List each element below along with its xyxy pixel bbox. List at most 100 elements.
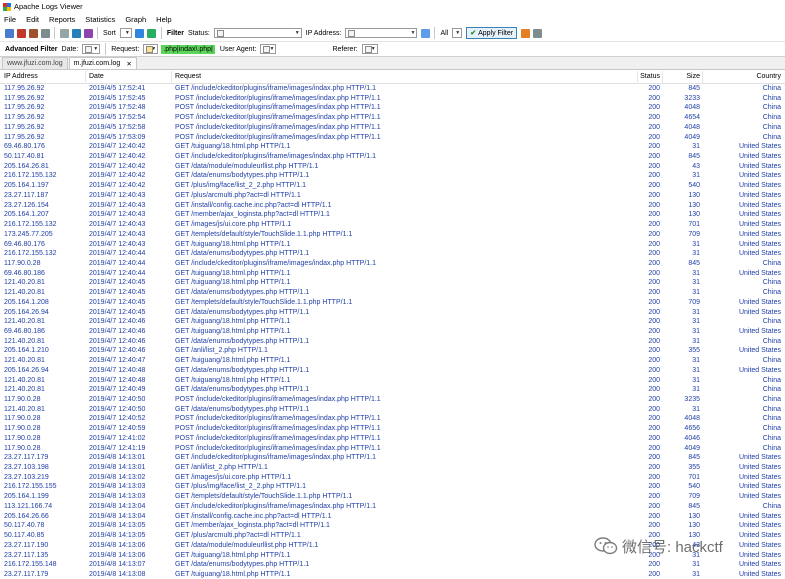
menu-help[interactable]: Help [156, 15, 171, 24]
find-icon[interactable] [71, 28, 81, 38]
menu-file[interactable]: File [4, 15, 16, 24]
table-row[interactable]: 117.90.0.28 2019/4/7 12:40:50 POST /includ… [0, 395, 785, 405]
tools-icon[interactable] [83, 28, 93, 38]
menu-graph[interactable]: Graph [125, 15, 146, 24]
ip-address-filter-combo[interactable]: ▼ [345, 28, 418, 38]
tab-m-jfuzi-log[interactable]: m.jfuzi.com.log ✕ [68, 57, 137, 69]
table-row[interactable]: 23.27.103.198 2019/4/8 14:13:01 GET /anli/… [0, 463, 785, 473]
table-row[interactable]: 121.40.20.81 2019/4/7 12:40:46 GET /data/e… [0, 337, 785, 347]
table-row[interactable]: 216.172.155.132 2019/4/7 12:40:44 GET /dat… [0, 249, 785, 259]
table-row[interactable]: 121.40.20.81 2019/4/7 12:40:48 GET /tuigua… [0, 376, 785, 386]
close-icon[interactable]: ✕ [126, 60, 131, 68]
table-row[interactable]: 117.90.0.28 2019/4/7 12:40:44 GET /include… [0, 259, 785, 269]
table-row[interactable]: 117.95.26.92 2019/4/5 17:52:48 POST /inclu… [0, 103, 785, 113]
request-filter-value[interactable]: .php|indax\.php| [161, 44, 215, 54]
table-row[interactable]: 205.164.26.94 2019/4/7 12:40:48 GET /data/… [0, 366, 785, 376]
table-row[interactable]: 121.40.20.81 2019/4/7 12:40:46 GET /tuigua… [0, 317, 785, 327]
cell-ip-address: 117.95.26.92 [4, 114, 45, 122]
filter-options-icon[interactable] [532, 28, 542, 38]
table-row[interactable]: 205.164.26.94 2019/4/7 12:40:45 GET /data/… [0, 308, 785, 318]
table-row[interactable]: 121.40.20.81 2019/4/7 12:40:50 GET /data/e… [0, 405, 785, 415]
table-row[interactable]: 117.90.0.28 2019/4/7 12:41:19 POST /includ… [0, 444, 785, 454]
ip-list-icon[interactable] [420, 28, 430, 38]
table-row[interactable]: 205.164.1.207 2019/4/7 12:40:43 GET /membe… [0, 210, 785, 220]
table-row[interactable]: 69.46.80.176 2019/4/7 12:40:43 GET /tuigua… [0, 240, 785, 250]
table-row[interactable]: 117.90.0.28 2019/4/7 12:40:52 POST /includ… [0, 414, 785, 424]
table-row[interactable]: 113.121.166.74 2019/4/8 14:13:04 GET /incl… [0, 502, 785, 512]
header-date[interactable]: Date [89, 72, 169, 82]
header-ip-address[interactable]: IP Address [4, 72, 84, 82]
status-filter-combo[interactable]: ▼ [213, 28, 302, 38]
table-row[interactable]: 216.172.155.155 2019/4/8 14:13:03 GET /plu… [0, 482, 785, 492]
status-filter-checkbox[interactable] [216, 30, 224, 37]
table-row[interactable]: 69.46.80.176 2019/4/7 12:40:42 GET /tuigua… [0, 142, 785, 152]
table-row[interactable]: 205.164.26.66 2019/4/8 14:13:04 GET /insta… [0, 512, 785, 522]
table-row[interactable]: 23.27.126.154 2019/4/7 12:40:43 GET /insta… [0, 201, 785, 211]
table-row[interactable]: 117.95.26.92 2019/4/5 17:52:54 POST /inclu… [0, 113, 785, 123]
table-row[interactable]: 121.40.20.81 2019/4/7 12:40:45 GET /tuigua… [0, 278, 785, 288]
request-filter-checkbox[interactable] [146, 46, 154, 53]
table-row[interactable]: 216.172.155.148 2019/4/8 14:13:07 GET /dat… [0, 560, 785, 570]
table-row[interactable]: 205.164.1.208 2019/4/7 12:40:45 GET /templ… [0, 298, 785, 308]
date-filter-checkbox[interactable] [85, 46, 93, 53]
menu-statistics[interactable]: Statistics [85, 15, 115, 24]
clear-filter-icon[interactable] [520, 28, 530, 38]
table-row[interactable]: 205.164.26.81 2019/4/7 12:40:42 GET /data/… [0, 162, 785, 172]
referer-filter-checkbox[interactable] [364, 46, 372, 53]
apply-filter-button[interactable]: ✔ Apply Filter [466, 27, 518, 39]
table-row[interactable]: 173.245.77.205 2019/4/7 12:40:43 GET /temp… [0, 230, 785, 240]
table-row[interactable]: 117.95.26.92 2019/4/5 17:52:58 POST /inclu… [0, 123, 785, 133]
sort-label[interactable]: Sort [103, 30, 116, 37]
table-row[interactable]: 117.95.26.92 2019/4/5 17:52:41 GET /includ… [0, 84, 785, 94]
all-label[interactable]: All [440, 30, 448, 37]
table-row[interactable]: 117.90.0.28 2019/4/7 12:41:02 POST /includ… [0, 434, 785, 444]
sort-descending-icon[interactable] [147, 28, 157, 38]
table-row[interactable]: 117.95.26.92 2019/4/5 17:53:09 POST /inclu… [0, 133, 785, 143]
table-row[interactable]: 121.40.20.81 2019/4/7 12:40:45 GET /data/e… [0, 288, 785, 298]
cell-request: GET /install/config.cache.inc.php?act=dl… [175, 512, 332, 520]
copy-icon[interactable] [59, 28, 69, 38]
header-country[interactable]: Country [700, 72, 781, 82]
menu-edit[interactable]: Edit [26, 15, 39, 24]
table-row[interactable]: 205.164.1.197 2019/4/7 12:40:42 GET /plus/… [0, 181, 785, 191]
table-row[interactable]: 23.27.117.179 2019/4/8 14:13:01 GET /inclu… [0, 453, 785, 463]
table-row[interactable]: 50.117.40.78 2019/4/8 14:13:05 GET /member… [0, 521, 785, 531]
column-resize-handle[interactable] [85, 71, 86, 84]
header-status[interactable]: Status [620, 72, 660, 82]
header-size[interactable]: Size [660, 72, 700, 82]
user-agent-filter-checkbox[interactable] [263, 46, 271, 53]
header-request[interactable]: Request [175, 72, 635, 82]
table-row[interactable]: 205.164.1.210 2019/4/7 12:40:46 GET /anli/… [0, 346, 785, 356]
column-resize-handle[interactable] [171, 71, 172, 84]
table-row[interactable]: 69.46.80.186 2019/4/7 12:40:46 GET /tuigua… [0, 327, 785, 337]
table-row[interactable]: 121.40.20.81 2019/4/7 12:40:49 GET /data/e… [0, 385, 785, 395]
date-filter-combo[interactable]: ▼ [82, 44, 101, 54]
cell-size: 31 [692, 308, 700, 316]
menu-reports[interactable]: Reports [49, 15, 75, 24]
table-row[interactable]: 69.46.80.186 2019/4/7 12:40:44 GET /tuigua… [0, 269, 785, 279]
table-row[interactable]: 216.172.155.132 2019/4/7 12:40:43 GET /ima… [0, 220, 785, 230]
cell-request: GET /tuiguang/18.html.php HTTP/1.1 [175, 240, 291, 248]
referer-filter-combo[interactable]: ▼ [361, 44, 378, 54]
sort-ascending-icon[interactable] [135, 28, 145, 38]
table-row[interactable]: 117.95.26.92 2019/4/5 17:52:45 POST /inclu… [0, 94, 785, 104]
cell-status: 200 [648, 94, 660, 102]
table-row[interactable]: 216.172.155.132 2019/4/7 12:40:42 GET /dat… [0, 171, 785, 181]
request-filter-combo[interactable]: ▼ [143, 44, 159, 54]
table-row[interactable]: 121.40.20.81 2019/4/7 12:40:47 GET /tuigua… [0, 356, 785, 366]
save-icon[interactable] [28, 28, 38, 38]
all-dropdown[interactable]: ▼ [452, 28, 463, 38]
open-file-icon[interactable] [4, 28, 14, 38]
sort-dropdown[interactable]: ▼ [119, 28, 132, 38]
tab-www-jfuzi-log[interactable]: www.jfuzi.com.log [2, 57, 68, 69]
user-agent-filter-combo[interactable]: ▼ [260, 44, 277, 54]
print-icon[interactable] [40, 28, 50, 38]
table-row[interactable]: 23.27.103.219 2019/4/8 14:13:02 GET /image… [0, 473, 785, 483]
reload-icon[interactable] [16, 28, 26, 38]
ip-filter-checkbox[interactable] [348, 30, 356, 37]
table-row[interactable]: 23.27.117.187 2019/4/7 12:40:43 GET /plus/… [0, 191, 785, 201]
table-row[interactable]: 50.117.40.81 2019/4/7 12:40:42 GET /includ… [0, 152, 785, 162]
table-row[interactable]: 117.90.0.28 2019/4/7 12:40:59 POST /includ… [0, 424, 785, 434]
table-row[interactable]: 23.27.117.179 2019/4/8 14:13:08 GET /tuigu… [0, 570, 785, 579]
table-row[interactable]: 205.164.1.199 2019/4/8 14:13:03 GET /templ… [0, 492, 785, 502]
